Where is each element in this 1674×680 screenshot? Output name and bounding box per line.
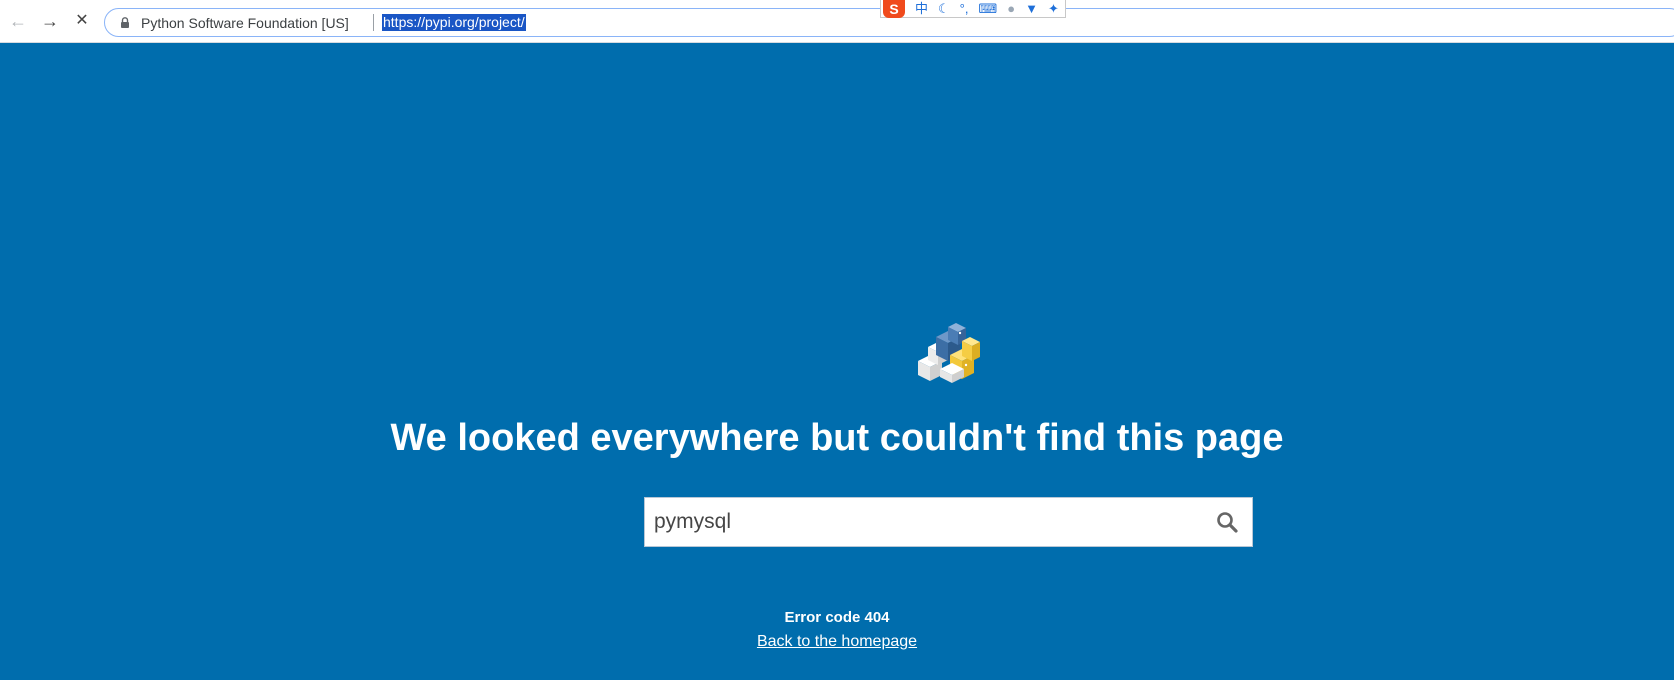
wrench-icon[interactable]: ✦	[1048, 0, 1059, 18]
moon-icon[interactable]: ☾	[938, 0, 950, 18]
address-separator	[373, 14, 374, 31]
forward-arrow-icon[interactable]: →	[40, 11, 60, 31]
ime-logo-icon[interactable]: S	[883, 0, 905, 18]
keyboard-icon[interactable]: ⌨	[978, 0, 997, 18]
ime-toolbar: S 中 ☾ °, ⌨ ● ▼ ✦	[880, 0, 1066, 18]
search-form	[644, 497, 1253, 547]
punctuation-icon[interactable]: °,	[960, 0, 969, 18]
lock-icon[interactable]	[120, 17, 130, 28]
site-identity[interactable]: Python Software Foundation [US]	[141, 15, 349, 31]
error-page: We looked everywhere but couldn't find t…	[0, 43, 1674, 680]
back-arrow-icon[interactable]: ←	[8, 11, 28, 31]
error-code: Error code 404	[784, 609, 890, 626]
pypi-logo	[918, 323, 980, 383]
url-text[interactable]: https://pypi.org/project/	[382, 14, 526, 31]
shirt-icon[interactable]: ▼	[1025, 0, 1038, 18]
page-title: We looked everywhere but couldn't find t…	[390, 417, 1284, 459]
back-to-homepage-link[interactable]: Back to the homepage	[757, 633, 917, 650]
search-input[interactable]	[645, 498, 1194, 546]
search-icon	[1217, 512, 1238, 533]
browser-toolbar: ← → ✕ Python Software Foundation [US] ht…	[0, 0, 1674, 43]
stop-loading-icon[interactable]: ✕	[72, 11, 92, 31]
user-icon[interactable]: ●	[1007, 0, 1015, 18]
ime-mode-toggle[interactable]: 中	[915, 0, 928, 18]
search-button[interactable]	[1202, 498, 1252, 546]
